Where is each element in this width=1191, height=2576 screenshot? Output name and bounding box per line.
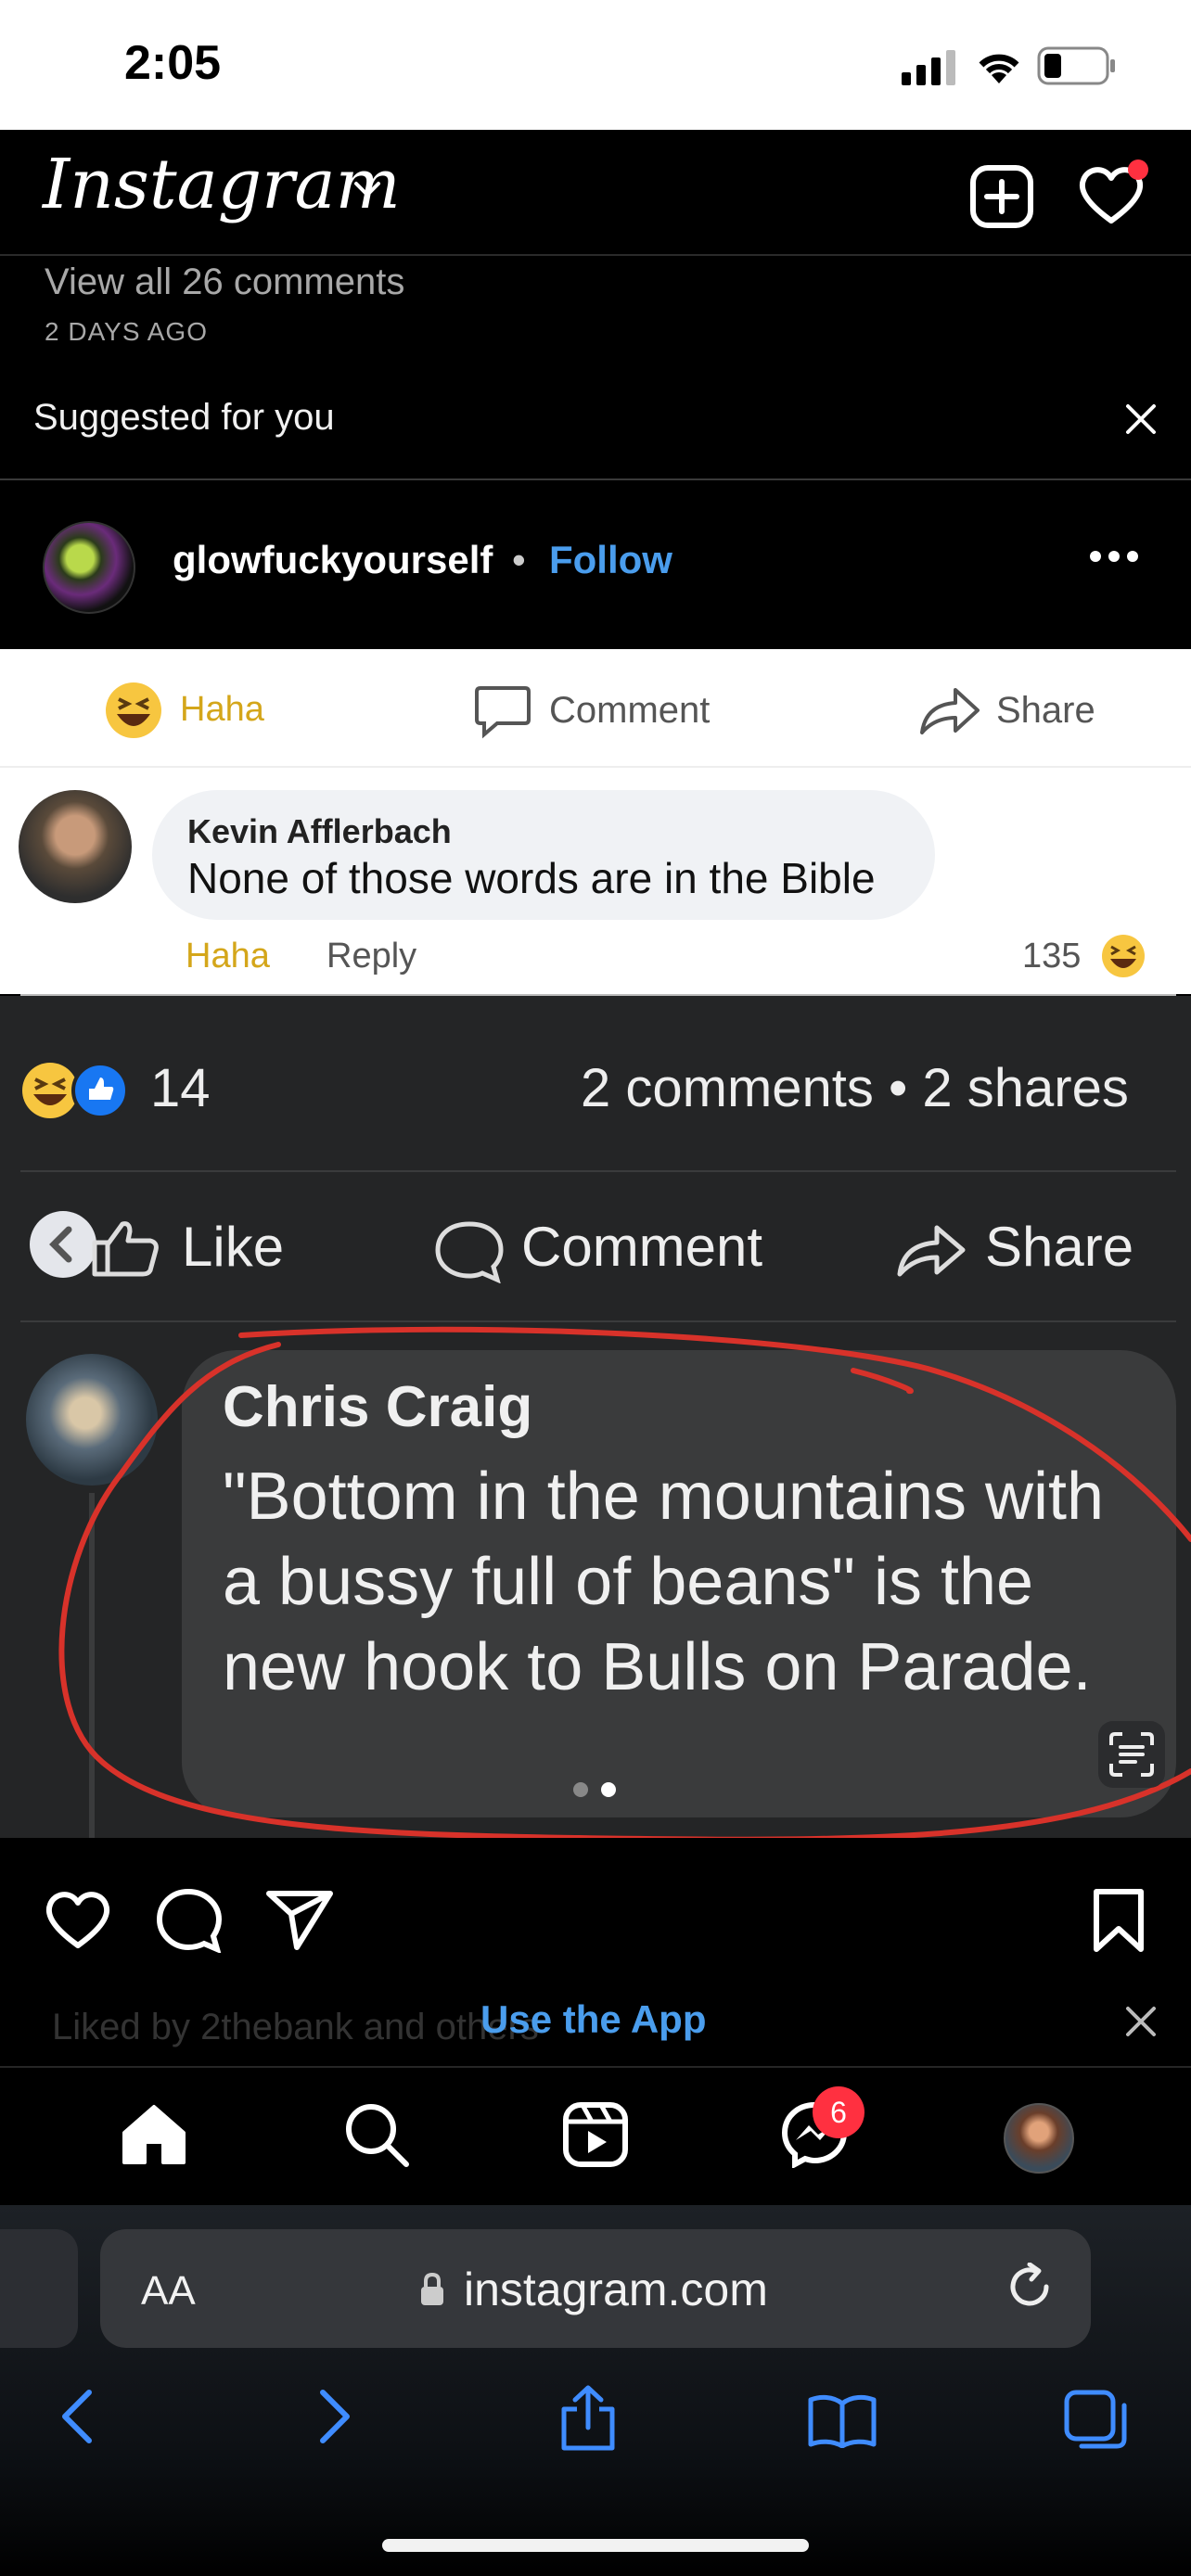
back-arrow-button (30, 1211, 96, 1278)
red-annotation-circle (58, 1326, 1191, 1843)
comment-reaction-count: 135 (1022, 937, 1082, 976)
suggested-for-you-label: Suggested for you (33, 397, 335, 438)
notification-dot (1128, 159, 1148, 180)
separator-dot: • (512, 538, 526, 581)
instagram-header: Instagram (0, 130, 1191, 256)
divider (0, 766, 1191, 768)
status-time: 2:05 (124, 36, 222, 90)
comment-bubble-icon (475, 686, 531, 739)
cellular-signal-icon (902, 50, 955, 85)
comments-shares-count: 2 comments • 2 shares (581, 1058, 1129, 1118)
carousel-dot-active (601, 1782, 616, 1797)
thumbs-up-icon (92, 1221, 159, 1277)
haha-reaction-label: Haha (180, 690, 264, 729)
commenter-name: Kevin Afflerbach (187, 812, 452, 850)
haha-emoji-icon (106, 682, 161, 738)
close-icon[interactable] (1124, 2005, 1158, 2038)
share-arrow-icon (897, 1225, 966, 1277)
messenger-badge: 6 (813, 2086, 864, 2138)
liked-by-text: Liked by 2thebank and others (52, 2007, 539, 2047)
comment-label: Comment (549, 690, 711, 731)
divider (20, 1170, 1176, 1172)
lock-icon (421, 2272, 443, 2305)
comment-text: None of those words are in the Bible (187, 854, 876, 902)
chevron-left-icon (49, 1226, 72, 1263)
wifi-icon (979, 54, 1019, 83)
tabs-overview-icon[interactable] (1063, 2389, 1130, 2452)
divider (0, 478, 1191, 480)
share-arrow-icon (920, 688, 980, 734)
comment-reply-label: Reply (327, 937, 417, 976)
new-post-button[interactable] (968, 163, 1035, 230)
chevron-down-icon[interactable] (351, 172, 384, 206)
reader-settings-button[interactable]: AA (141, 2268, 196, 2315)
close-icon[interactable] (1122, 401, 1159, 438)
save-bookmark-button[interactable] (1091, 1888, 1146, 1953)
post-timestamp: 2 DAYS AGO (45, 317, 208, 346)
haha-emoji-icon (1102, 935, 1145, 977)
comment-label: Comment (521, 1216, 763, 1278)
profile-avatar[interactable] (1004, 2103, 1074, 2174)
browser-back-icon[interactable] (58, 2389, 95, 2444)
previous-tab-preview[interactable] (0, 2229, 78, 2348)
reaction-emojis-icon (22, 1062, 129, 1119)
divider (20, 1320, 1176, 1322)
battery-icon (1037, 46, 1115, 85)
reload-icon[interactable] (1005, 2263, 1054, 2311)
home-indicator (382, 2539, 809, 2552)
search-icon[interactable] (343, 2101, 410, 2168)
status-bar: 2:05 (0, 0, 1191, 130)
account-avatar[interactable] (43, 521, 135, 614)
carousel-dot (573, 1782, 588, 1797)
comment-button[interactable] (154, 1886, 223, 1953)
comment-bubble-icon (435, 1221, 504, 1283)
reels-icon[interactable] (562, 2101, 629, 2168)
use-the-app-link[interactable]: Use the App (480, 1997, 706, 2042)
reaction-count: 14 (150, 1058, 211, 1118)
share-label: Share (985, 1216, 1134, 1278)
view-all-comments-link[interactable]: View all 26 comments (45, 261, 404, 303)
browser-share-icon[interactable] (558, 2385, 618, 2452)
bookmarks-icon[interactable] (807, 2392, 877, 2448)
commenter-avatar (19, 790, 132, 903)
post-username[interactable]: glowfuckyourself (173, 538, 493, 582)
share-label: Share (996, 690, 1095, 731)
instagram-logo[interactable]: Instagram (43, 145, 401, 224)
live-text-scan-icon[interactable] (1098, 1721, 1165, 1788)
like-label: Like (182, 1216, 285, 1278)
more-options-icon[interactable] (1089, 549, 1139, 564)
home-icon[interactable] (121, 2101, 187, 2168)
follow-button[interactable]: Follow (549, 538, 672, 582)
url-text[interactable]: instagram.com (464, 2263, 768, 2316)
share-send-button[interactable] (265, 1888, 334, 1951)
browser-forward-icon[interactable] (317, 2389, 354, 2444)
like-heart-button[interactable] (43, 1888, 113, 1951)
comment-haha-label: Haha (186, 937, 270, 976)
